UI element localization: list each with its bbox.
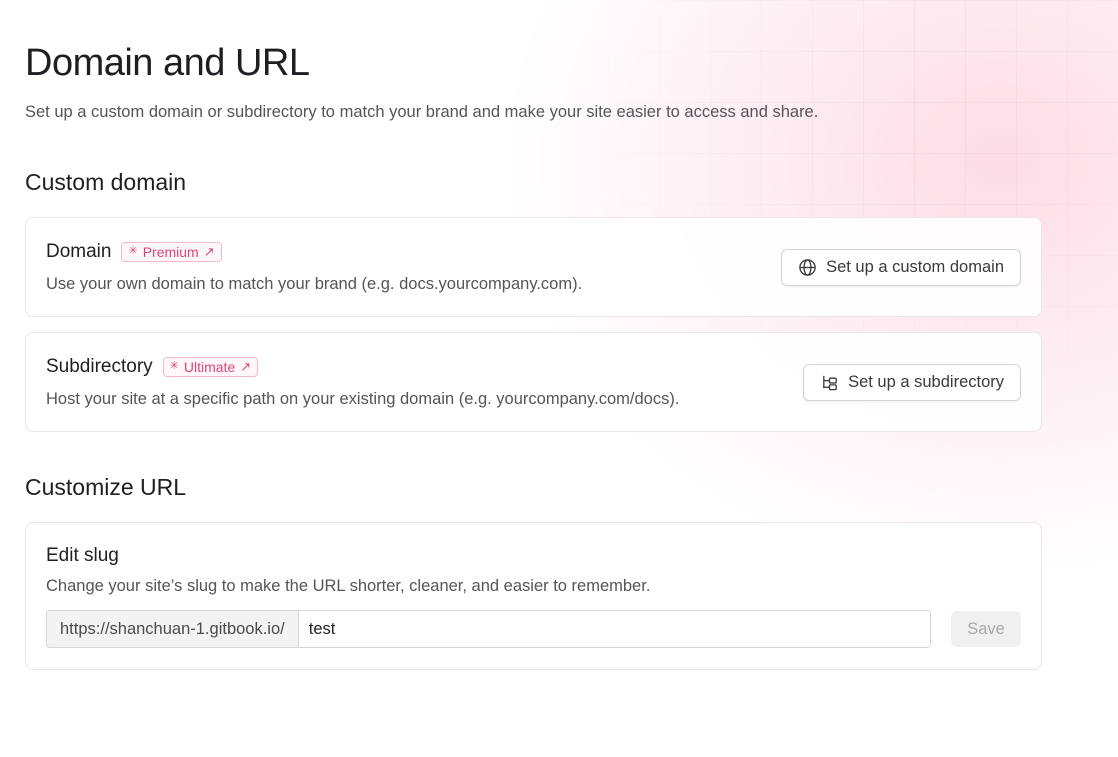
main-content: Domain and URL Set up a custom domain or… [0, 0, 1042, 670]
sparkle-icon: ✳ [128, 245, 138, 257]
set-up-subdirectory-button[interactable]: Set up a subdirectory [803, 363, 1021, 401]
sparkle-icon: ✳ [169, 360, 179, 372]
subdirectory-title: Subdirectory [46, 355, 153, 377]
set-up-custom-domain-label: Set up a custom domain [826, 257, 1004, 276]
domain-description: Use your own domain to match your brand … [46, 274, 583, 293]
section-title-customize-url: Customize URL [25, 474, 187, 500]
arrow-up-right-icon: ↗ [203, 244, 215, 259]
edit-slug-title: Edit slug [46, 545, 119, 566]
subdirectory-info: Subdirectory ✳ Ultimate ↗ Host your site… [46, 355, 679, 410]
folder-tree-icon [823, 375, 837, 390]
slug-input[interactable] [298, 611, 930, 647]
set-up-subdirectory-label: Set up a subdirectory [848, 372, 1004, 391]
subdirectory-title-line: Subdirectory ✳ Ultimate ↗ [46, 355, 679, 379]
section-title-custom-domain: Custom domain [25, 169, 187, 195]
premium-badge[interactable]: ✳ Premium ↗ [121, 241, 222, 262]
premium-badge-label: Premium [142, 243, 199, 260]
subdirectory-description: Host your site at a specific path on you… [46, 389, 680, 408]
slug-field: https://shanchuan-1.gitbook.io/ [46, 610, 931, 648]
set-up-custom-domain-button[interactable]: Set up a custom domain [781, 248, 1021, 286]
domain-info: Domain ✳ Premium ↗ Use your own domain t… [46, 240, 582, 295]
ultimate-badge-label: Ultimate [183, 358, 236, 375]
edit-slug-card: Edit slug Change your site’s slug to mak… [25, 522, 1042, 670]
page-title: Domain and URL [25, 42, 310, 84]
subdirectory-card: Subdirectory ✳ Ultimate ↗ Host your site… [25, 332, 1042, 432]
globe-icon [799, 258, 816, 276]
ultimate-badge[interactable]: ✳ Ultimate ↗ [162, 356, 259, 377]
domain-title-line: Domain ✳ Premium ↗ [46, 240, 582, 264]
slug-row: https://shanchuan-1.gitbook.io/ Save [46, 610, 1021, 648]
domain-card: Domain ✳ Premium ↗ Use your own domain t… [25, 217, 1042, 317]
edit-slug-description: Change your site’s slug to make the URL … [46, 577, 651, 595]
domain-title: Domain [46, 240, 112, 262]
save-button[interactable]: Save [951, 611, 1021, 647]
arrow-up-right-icon: ↗ [240, 359, 252, 374]
slug-url-prefix: https://shanchuan-1.gitbook.io/ [47, 611, 299, 647]
page-description: Set up a custom domain or subdirectory t… [25, 103, 819, 121]
